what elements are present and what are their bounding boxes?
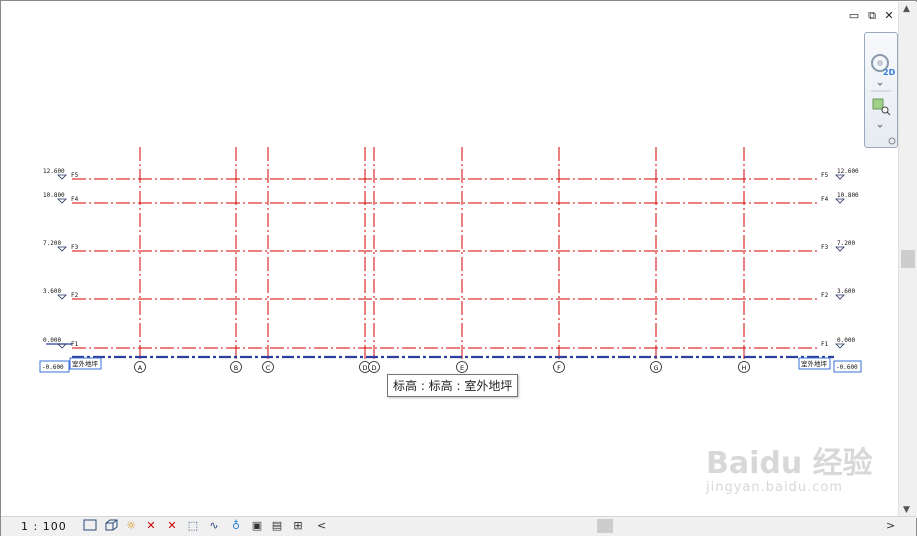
crop-view-icon[interactable]: ✕ bbox=[165, 519, 179, 533]
level-head-icon[interactable] bbox=[835, 174, 845, 180]
drawing-view-window: A B C D D E F G H 12.600 F5 10.800 F4 7.200 F3 3.600 F2 0… bbox=[0, 0, 917, 536]
show-crop-region-icon[interactable]: ⬚ bbox=[186, 519, 200, 533]
detail-level-icon[interactable] bbox=[83, 519, 97, 533]
level-name-right: F5 bbox=[821, 172, 829, 179]
sun-path-icon[interactable]: ☼ bbox=[124, 519, 138, 533]
horizontal-scroll-thumb[interactable] bbox=[597, 519, 613, 533]
grid-label: H bbox=[742, 364, 747, 372]
level-elevation-right: 0.000 bbox=[837, 337, 855, 344]
grid-label: F bbox=[557, 364, 561, 372]
shadows-icon[interactable]: ✕ bbox=[144, 519, 158, 533]
level-name-left: F1 bbox=[71, 341, 79, 348]
reveal-hidden-icon[interactable]: ▣ bbox=[250, 519, 264, 533]
level-name-left: F4 bbox=[71, 196, 79, 203]
watermark-brand: Baidu 经验 bbox=[706, 446, 873, 481]
level-elevation-left: 10.800 bbox=[43, 192, 65, 199]
grid-label: C bbox=[266, 364, 271, 372]
zoom-region-icon[interactable] bbox=[872, 98, 891, 116]
ground-name-right: 室外地坪 bbox=[801, 359, 828, 368]
level-elevation-left: 3.600 bbox=[43, 288, 61, 295]
scroll-down-icon[interactable]: ▼ bbox=[903, 505, 910, 515]
level-elevation-right: 12.600 bbox=[837, 168, 859, 175]
level-head-icon[interactable] bbox=[835, 246, 845, 252]
ground-name-left: 室外地坪 bbox=[72, 359, 99, 368]
level-name-right: F1 bbox=[821, 341, 829, 348]
chevron-down-icon[interactable] bbox=[877, 124, 883, 128]
level-name-right: F3 bbox=[821, 244, 829, 251]
grid-label: A bbox=[138, 364, 143, 372]
level-head-icon[interactable] bbox=[835, 198, 845, 204]
level-name-left: F2 bbox=[71, 292, 79, 299]
nav-options-icon[interactable] bbox=[888, 137, 896, 145]
scroll-up-icon[interactable]: ▲ bbox=[903, 4, 910, 14]
level-elevation-right: 10.800 bbox=[837, 192, 859, 199]
level-head-icon[interactable] bbox=[57, 294, 67, 300]
level-name-right: F4 bbox=[821, 196, 829, 203]
wheel-2d-label: 2D bbox=[883, 68, 896, 77]
level-name-left: F5 bbox=[71, 172, 79, 179]
constraints-icon[interactable]: ⊞ bbox=[291, 519, 305, 533]
level-head-icon[interactable] bbox=[57, 198, 67, 204]
level-elevation-left: 7.200 bbox=[43, 240, 61, 247]
analytical-model-icon[interactable]: ▤ bbox=[270, 519, 284, 533]
scroll-right-icon[interactable]: > bbox=[886, 519, 895, 532]
level-elevation-left: 0.000 bbox=[43, 337, 61, 344]
ground-elevation-right: -0.600 bbox=[836, 364, 858, 371]
element-tooltip: 标高 : 标高 : 室外地坪 bbox=[387, 374, 519, 397]
scroll-left-icon[interactable]: < bbox=[317, 519, 326, 532]
level-elevation-right: 7.200 bbox=[837, 240, 855, 247]
level-head-icon[interactable] bbox=[57, 246, 67, 252]
vertical-scroll-thumb[interactable] bbox=[901, 250, 915, 268]
visual-style-icon[interactable] bbox=[104, 519, 118, 533]
scale-selector[interactable]: 1 : 100 bbox=[21, 520, 67, 533]
grid-label: B bbox=[234, 364, 238, 372]
level-name-right: F2 bbox=[821, 292, 829, 299]
grid-label: G bbox=[653, 364, 658, 372]
unlocked-3d-icon[interactable]: ∿ bbox=[207, 519, 221, 533]
level-head-icon[interactable] bbox=[835, 294, 845, 300]
minimize-icon[interactable]: ▭ bbox=[848, 10, 860, 22]
temporary-hide-icon[interactable]: ♁ bbox=[229, 519, 243, 533]
watermark: Baidu 经验 jingyan.baidu.com bbox=[706, 438, 873, 495]
view-control-bar: 1 : 100 ☼ ✕ ✕ ⬚ ∿ ♁ ▣ ▤ ⊞ < > bbox=[1, 516, 916, 536]
grid-label: D bbox=[371, 364, 376, 372]
grid-label: D bbox=[362, 364, 367, 372]
level-head-icon[interactable] bbox=[57, 174, 67, 180]
navigation-bar: 2D bbox=[864, 32, 898, 148]
level-name-left: F3 bbox=[71, 244, 79, 251]
close-icon[interactable]: ✕ bbox=[883, 10, 895, 22]
ground-elevation-left: -0.600 bbox=[42, 364, 64, 371]
watermark-url: jingyan.baidu.com bbox=[706, 480, 843, 495]
vertical-scrollbar[interactable]: ▲ ▼ bbox=[898, 2, 917, 518]
chevron-down-icon[interactable] bbox=[877, 82, 883, 86]
restore-icon[interactable]: ⧉ bbox=[866, 10, 878, 22]
grid-label: E bbox=[460, 364, 464, 372]
level-elevation-right: 3.600 bbox=[837, 288, 855, 295]
level-elevation-left: 12.600 bbox=[43, 168, 65, 175]
level-head-icon[interactable] bbox=[835, 343, 845, 349]
